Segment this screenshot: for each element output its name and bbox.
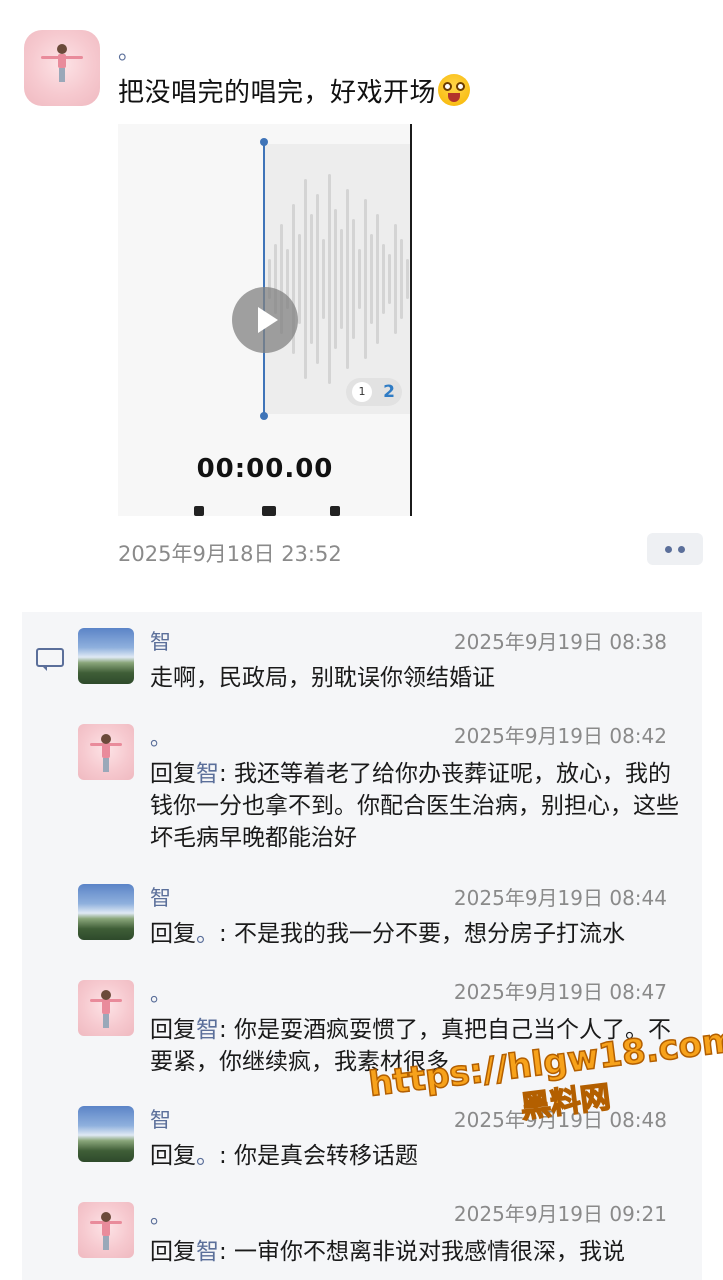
commenter-avatar[interactable]	[78, 724, 134, 780]
post-text: 把没唱完的唱完，好戏开场	[118, 72, 471, 109]
reply-target-name[interactable]: 智	[196, 761, 219, 787]
reply-prefix: 回复	[150, 1017, 196, 1043]
waveform-bar	[370, 234, 373, 324]
waveform-bar	[406, 259, 409, 299]
playhead-line[interactable]	[263, 140, 265, 416]
commenter-avatar[interactable]	[78, 628, 134, 684]
dot-icon	[678, 546, 685, 553]
comment-body: : 你是耍酒疯耍惯了，真把自己当个人了。不要紧，你继续疯，我素材很多	[150, 1017, 672, 1075]
commenter-name[interactable]: 。	[150, 722, 171, 752]
waveform-bar	[334, 209, 337, 349]
comment-text: 回复。: 你是真会转移话题	[150, 1140, 690, 1172]
page-toggle[interactable]: 1 2	[346, 378, 402, 406]
waveform-bar	[298, 234, 301, 324]
commenter-avatar[interactable]	[78, 980, 134, 1036]
reply-target-name[interactable]: 。	[196, 921, 219, 947]
waveform-bar	[352, 219, 355, 339]
post-timestamp: 2025年9月18日 23:52	[118, 542, 342, 566]
dot-icon	[665, 546, 672, 553]
reply-prefix: 回复	[150, 921, 196, 947]
commenter-name[interactable]: 。	[150, 978, 171, 1008]
commenter-avatar[interactable]	[78, 1202, 134, 1258]
commenter-name[interactable]: 智	[150, 882, 171, 912]
reply-prefix: 回复	[150, 1239, 196, 1265]
comment-body: : 你是真会转移话题	[219, 1143, 419, 1169]
audio-recording-image[interactable]: 1 2 00:00.00	[118, 124, 412, 516]
reply-prefix: 回复	[150, 761, 196, 787]
more-options-button[interactable]	[647, 533, 703, 565]
reply-prefix: 回复	[150, 1143, 196, 1169]
page-2-indicator[interactable]: 2	[376, 378, 402, 406]
playhead-top-dot	[260, 138, 268, 146]
comment-timestamp: 2025年9月19日 09:21	[453, 1202, 667, 1226]
waveform-bar	[322, 239, 325, 319]
waveform-bar	[388, 254, 391, 304]
comment-text: 回复智: 你是耍酒疯耍惯了，真把自己当个人了。不要紧，你继续疯，我素材很多	[150, 1014, 690, 1078]
comment-body: : 不是我的我一分不要，想分房子打流水	[219, 921, 626, 947]
comment-bubble-icon	[36, 648, 64, 672]
commenter-name[interactable]: 。	[150, 1200, 171, 1230]
recording-timer: 00:00.00	[196, 454, 334, 484]
moment-post: 。 把没唱完的唱完，好戏开场 1 2 00:00.00 2025年9月18日 2…	[0, 0, 723, 600]
comment-timestamp: 2025年9月19日 08:47	[453, 980, 667, 1004]
comment-text: 走啊，民政局，别耽误你领结婚证	[150, 665, 495, 691]
commenter-name[interactable]: 智	[150, 626, 171, 656]
waveform-bar	[394, 224, 397, 334]
comment-timestamp: 2025年9月19日 08:38	[453, 630, 667, 654]
player-controls	[188, 506, 348, 516]
commenter-name[interactable]: 智	[150, 1104, 171, 1134]
comment-text: 回复智: 一审你不想离非说对我感情很深，我说	[150, 1236, 690, 1280]
waveform-bar	[328, 174, 331, 384]
play-icon[interactable]	[232, 287, 298, 353]
commenter-avatar[interactable]	[78, 884, 134, 940]
waveform-bar	[400, 239, 403, 319]
waveform-bar	[304, 179, 307, 379]
shocked-face-emoji-icon	[438, 74, 471, 106]
waveform-bar	[340, 229, 343, 329]
waveform-bar	[310, 214, 313, 344]
waveform-bar	[358, 249, 361, 309]
comment-timestamp: 2025年9月19日 08:44	[453, 886, 667, 910]
comment-timestamp: 2025年9月19日 08:48	[453, 1108, 667, 1132]
comment-text: 回复。: 不是我的我一分不要，想分房子打流水	[150, 918, 690, 950]
waveform-bar	[346, 189, 349, 369]
waveform-bar	[364, 199, 367, 359]
comment-timestamp: 2025年9月19日 08:42	[453, 724, 667, 748]
waveform-bar	[376, 214, 379, 344]
waveform-bar	[316, 194, 319, 364]
comment-body: : 一审你不想离非说对我感情很深，我说	[219, 1239, 626, 1265]
reply-target-name[interactable]: 智	[196, 1239, 219, 1265]
commenter-avatar[interactable]	[78, 1106, 134, 1162]
reply-target-name[interactable]: 。	[196, 1143, 219, 1169]
page-1-indicator[interactable]: 1	[352, 382, 372, 402]
waveform-bar	[382, 244, 385, 314]
author-name[interactable]: 。	[118, 34, 140, 66]
comment-body: : 我还等着老了给你办丧葬证呢，放心，我的钱你一分也拿不到。你配合医生治病，别担…	[150, 761, 679, 851]
image-edge-divider	[410, 124, 412, 516]
comment-text: 回复智: 我还等着老了给你办丧葬证呢，放心，我的钱你一分也拿不到。你配合医生治病…	[150, 758, 690, 854]
author-avatar[interactable]	[24, 30, 100, 106]
avatar-figure	[57, 43, 67, 91]
playhead-bottom-dot	[260, 412, 268, 420]
reply-target-name[interactable]: 智	[196, 1017, 219, 1043]
post-text-content: 把没唱完的唱完，好戏开场	[118, 78, 437, 108]
